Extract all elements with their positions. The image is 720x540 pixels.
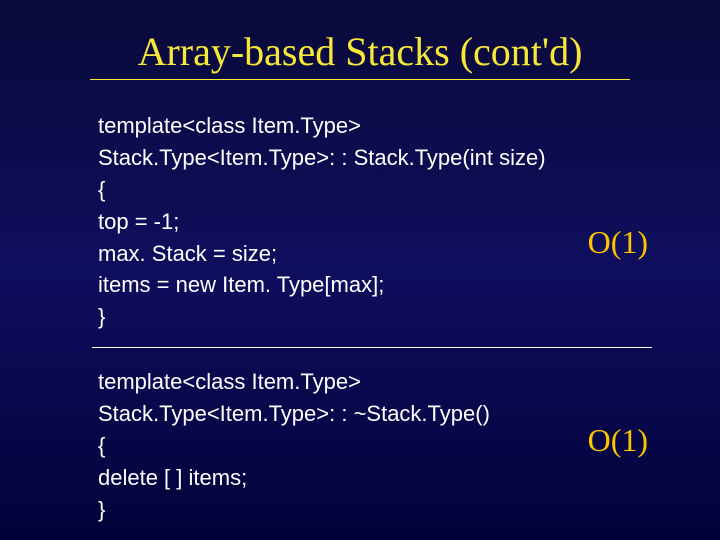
code-line: delete [ ] items; — [98, 462, 680, 494]
slide-content: template<class Item.Type> Stack.Type<Ite… — [0, 110, 720, 526]
code-line: Stack.Type<Item.Type>: : Stack.Type(int … — [98, 142, 680, 174]
code-line: { — [98, 174, 680, 206]
code-line: items = new Item. Type[max]; — [98, 269, 680, 301]
code-line: } — [98, 494, 680, 526]
complexity-annotation: O(1) — [588, 224, 648, 261]
title-underline — [90, 79, 630, 80]
complexity-annotation: O(1) — [588, 422, 648, 459]
slide-title: Array-based Stacks (cont'd) — [0, 0, 720, 79]
code-line: template<class Item.Type> — [98, 110, 680, 142]
code-line: } — [98, 301, 680, 333]
code-line: template<class Item.Type> — [98, 366, 680, 398]
section-divider — [92, 347, 652, 348]
